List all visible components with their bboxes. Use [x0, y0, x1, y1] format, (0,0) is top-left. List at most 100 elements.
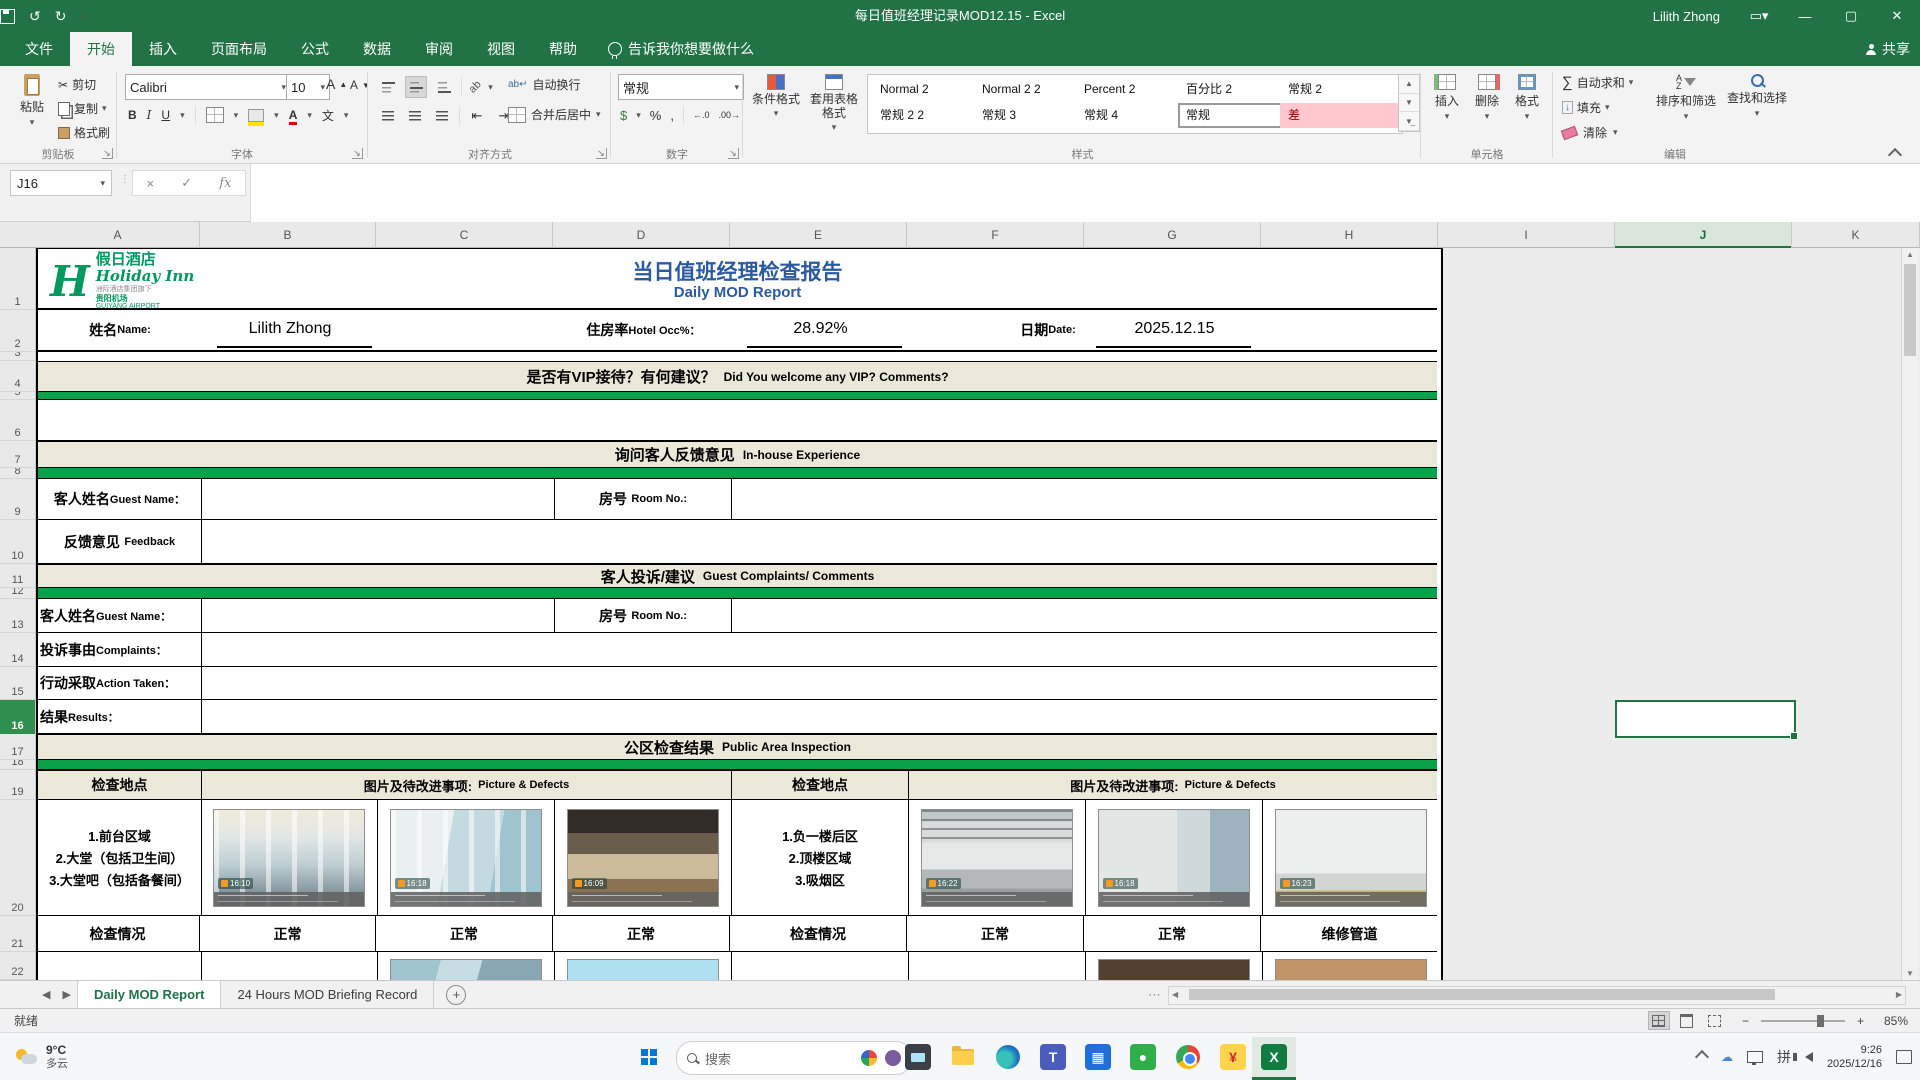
styles-gallery-scroll[interactable]: ▲▼▼̲: [1398, 74, 1420, 132]
column-header-B[interactable]: B: [200, 222, 376, 248]
row-header-5[interactable]: 5: [0, 392, 35, 400]
weather-widget[interactable]: 9°C 多云: [8, 1033, 76, 1080]
action-center-icon[interactable]: [1896, 1050, 1912, 1064]
ribbon-tab-帮助[interactable]: 帮助: [532, 32, 594, 66]
cell-style-常规 4[interactable]: 常规 4: [1076, 103, 1194, 128]
page-break-view-icon[interactable]: [1704, 1011, 1726, 1030]
column-header-E[interactable]: E: [730, 222, 907, 248]
volume-icon[interactable]: [1805, 1052, 1813, 1062]
result-input-cell[interactable]: [202, 700, 1437, 733]
align-left-icon[interactable]: [378, 106, 398, 126]
cloud-icon[interactable]: ☁: [1721, 1050, 1733, 1064]
comma-style-icon[interactable]: ,: [670, 108, 674, 123]
font-name-select[interactable]: Calibri▾: [125, 74, 291, 100]
align-center-icon[interactable]: [405, 106, 425, 126]
vertical-scrollbar[interactable]: ▲ ▼: [1901, 248, 1918, 980]
underline-button[interactable]: U: [161, 108, 170, 122]
horizontal-scrollbar[interactable]: ◀ ▶: [1168, 986, 1906, 1005]
search-highlights-icon[interactable]: [861, 1050, 877, 1066]
row-header-13[interactable]: 13: [0, 599, 35, 633]
row-header-20[interactable]: 20: [0, 800, 35, 916]
display-icon[interactable]: [1747, 1051, 1763, 1063]
ribbon-tab-数据[interactable]: 数据: [346, 32, 408, 66]
status-value[interactable]: 正常: [553, 916, 730, 951]
accounting-format-icon[interactable]: $: [620, 108, 627, 123]
app-icon-finance[interactable]: ¥: [1220, 1044, 1246, 1070]
ribbon-tab-页面布局[interactable]: 页面布局: [194, 32, 284, 66]
cell-style-差[interactable]: 差: [1280, 103, 1398, 128]
inspection-photo-partial-4[interactable]: [1275, 959, 1427, 980]
cancel-entry-icon[interactable]: ×: [147, 176, 155, 191]
cut-button[interactable]: ✂剪切: [58, 76, 96, 93]
guest-name-input-cell[interactable]: [202, 599, 555, 632]
taskbar-search[interactable]: 搜索: [676, 1041, 912, 1075]
app-icon-edge[interactable]: [995, 1044, 1021, 1070]
cell-style-百分比 2[interactable]: 百分比 2: [1178, 77, 1296, 102]
horizontal-scroll-thumb[interactable]: [1189, 989, 1775, 1000]
tab-scroll-right-icon[interactable]: ▶: [56, 988, 76, 1001]
scroll-down-icon[interactable]: ▼: [1906, 969, 1914, 978]
decrease-indent-icon[interactable]: ⇤: [467, 106, 487, 126]
inspection-photo-1[interactable]: 16:10: [213, 809, 365, 907]
bold-button[interactable]: B: [128, 108, 137, 122]
status-value[interactable]: 正常: [376, 916, 553, 951]
column-header-F[interactable]: F: [907, 222, 1084, 248]
app-icon-green[interactable]: ●: [1130, 1044, 1156, 1070]
start-button[interactable]: [636, 1044, 662, 1070]
format-as-table-button[interactable]: 套用表格格式▾: [805, 74, 863, 133]
inspection-photo-3[interactable]: 16:09: [567, 809, 719, 907]
autosum-button[interactable]: ∑自动求和▾: [1562, 74, 1633, 91]
row-header-12[interactable]: 12: [0, 588, 35, 599]
font-size-select[interactable]: 10▾: [286, 74, 330, 100]
inspection-photo-2[interactable]: 16:18: [390, 809, 542, 907]
name-value[interactable]: Lilith Zhong: [202, 320, 378, 338]
clear-button[interactable]: 清除▾: [1562, 124, 1618, 141]
ribbon-tab-审阅[interactable]: 审阅: [408, 32, 470, 66]
column-header-H[interactable]: H: [1261, 222, 1438, 248]
cell-style-常规 2[interactable]: 常规 2: [1280, 77, 1398, 102]
status-value[interactable]: 正常: [1084, 916, 1261, 951]
column-header-G[interactable]: G: [1084, 222, 1261, 248]
status-value[interactable]: 正常: [907, 916, 1084, 951]
row-header-6[interactable]: 6: [0, 400, 35, 441]
ribbon-tab-开始[interactable]: 开始: [70, 32, 132, 66]
sheet-tab-24-Hours-MOD-Briefing-Record[interactable]: 24 Hours MOD Briefing Record: [221, 981, 434, 1008]
row-header-8[interactable]: 8: [0, 468, 35, 479]
selected-cell-J16[interactable]: [1615, 700, 1796, 738]
inspection-photo-6[interactable]: 16:23: [1275, 809, 1427, 907]
action-input-cell[interactable]: [202, 667, 1437, 699]
status-value[interactable]: 维修管道: [1261, 916, 1438, 951]
page-layout-view-icon[interactable]: [1676, 1011, 1698, 1030]
vip-answer-cell[interactable]: [38, 400, 1437, 441]
row-header-7[interactable]: 7: [0, 441, 35, 468]
row-header-11[interactable]: 11: [0, 564, 35, 588]
row-header-16[interactable]: 16: [0, 700, 35, 734]
cell-style-Normal 2 2[interactable]: Normal 2 2: [974, 77, 1092, 102]
inspection-photo-partial-1[interactable]: [390, 959, 542, 980]
row-header-22[interactable]: 22: [0, 952, 35, 980]
ime-indicator[interactable]: 拼: [1777, 1047, 1791, 1067]
column-header-A[interactable]: A: [36, 222, 200, 248]
row-header-1[interactable]: 1: [0, 248, 35, 310]
zoom-slider-thumb[interactable]: [1817, 1015, 1824, 1027]
tab-scroll-left-icon[interactable]: ◀: [36, 988, 56, 1001]
feedback-input-cell[interactable]: [202, 520, 1437, 563]
app-icon-chrome[interactable]: [1175, 1044, 1201, 1070]
paste-button[interactable]: 粘贴▾: [10, 74, 54, 128]
scroll-up-icon[interactable]: ▲: [1906, 250, 1914, 259]
formula-bar-splitter[interactable]: ⋮: [120, 174, 130, 185]
ribbon-tab-视图[interactable]: 视图: [470, 32, 532, 66]
close-button[interactable]: ✕: [1874, 0, 1920, 32]
formula-input[interactable]: [250, 164, 1920, 222]
app-icon-terminal[interactable]: [905, 1044, 931, 1070]
hidden-icons-chevron[interactable]: [1695, 1050, 1709, 1064]
insert-cells-button[interactable]: 插入▾: [1428, 74, 1466, 122]
row-header-9[interactable]: 9: [0, 479, 35, 520]
tab-splitter[interactable]: ⋯: [1148, 987, 1161, 1003]
zoom-slider[interactable]: [1761, 1020, 1845, 1022]
phonetic-guide-icon[interactable]: 文: [322, 107, 334, 124]
hscroll-left-icon[interactable]: ◀: [1172, 990, 1178, 999]
zoom-out-icon[interactable]: −: [1742, 1014, 1749, 1028]
ribbon-tab-文件[interactable]: 文件: [8, 32, 70, 66]
delete-cells-button[interactable]: 删除▾: [1468, 74, 1506, 122]
